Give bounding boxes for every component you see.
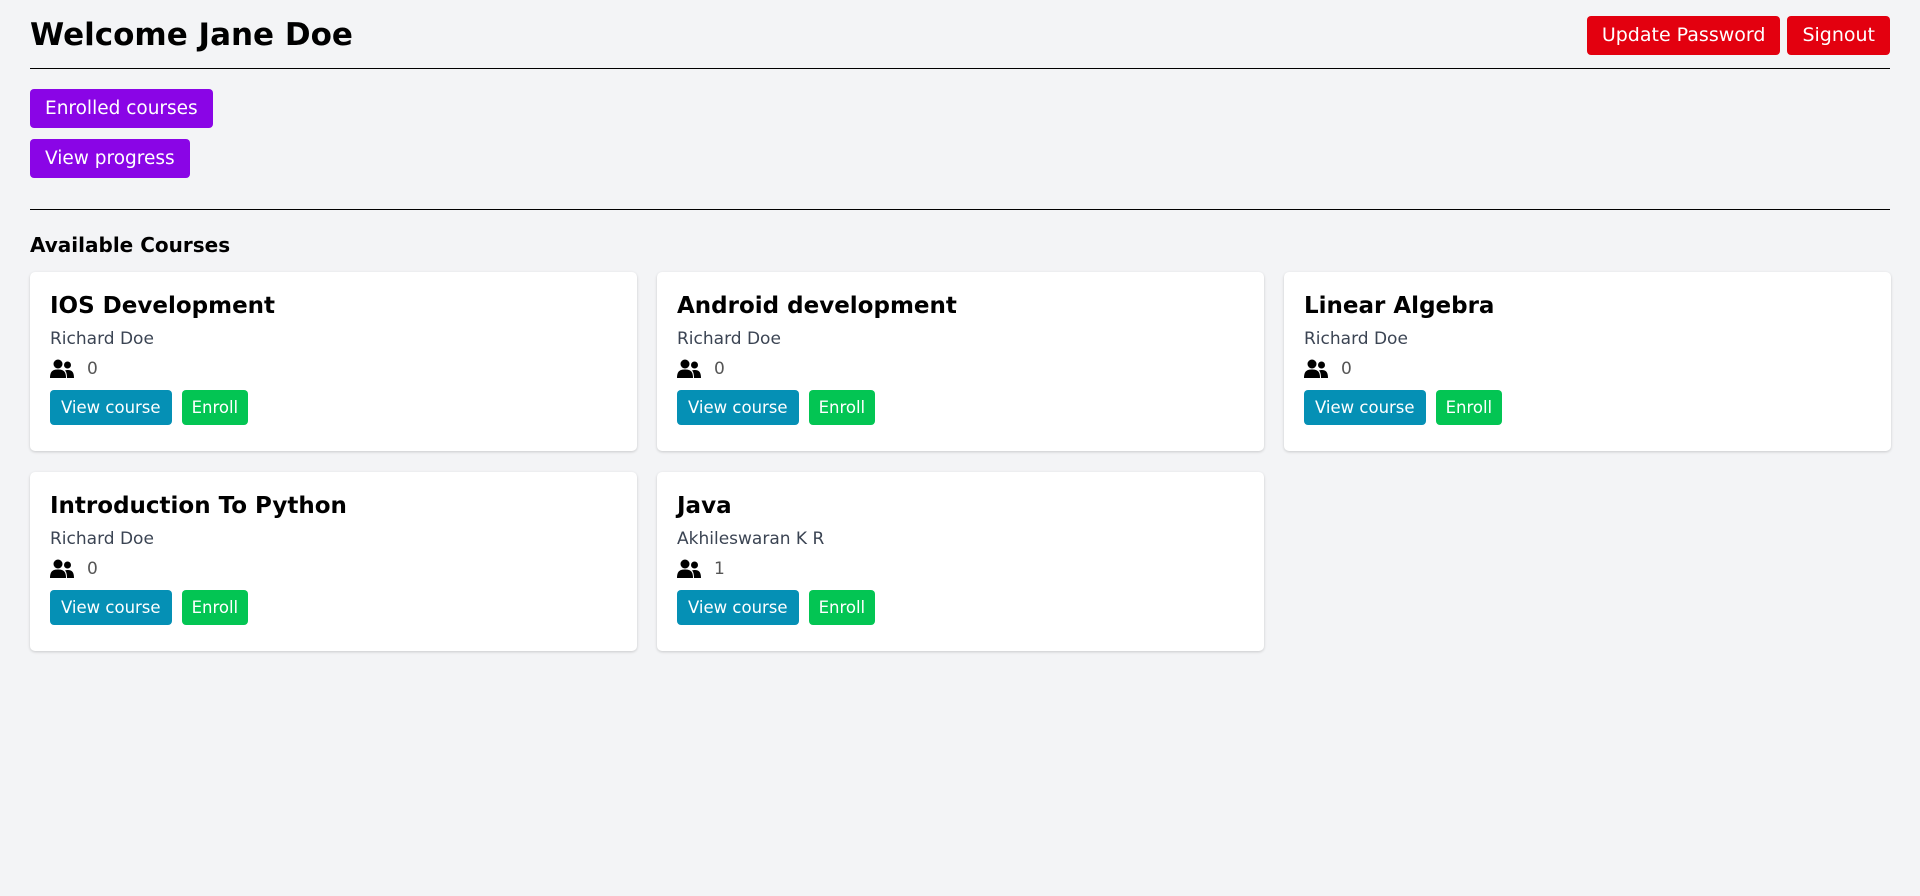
course-title: IOS Development xyxy=(50,293,276,319)
view-course-button[interactable]: View course xyxy=(677,390,799,425)
card-actions: View course Enroll xyxy=(677,590,1244,625)
course-title: Java xyxy=(677,493,732,519)
card-actions: View course Enroll xyxy=(50,390,617,425)
users-icon xyxy=(50,359,74,378)
enroll-button[interactable]: Enroll xyxy=(181,590,249,625)
enrolled-count: 0 xyxy=(50,359,617,379)
update-password-button[interactable]: Update Password xyxy=(1586,15,1781,55)
course-card: Android development Richard Doe 0 View c… xyxy=(657,272,1264,451)
enrolled-count-value: 0 xyxy=(87,559,98,579)
card-actions: View course Enroll xyxy=(50,590,617,625)
nav-section: Enrolled courses View progress xyxy=(30,69,1890,210)
users-icon xyxy=(677,359,701,378)
view-progress-button[interactable]: View progress xyxy=(30,139,190,178)
users-icon xyxy=(677,559,701,578)
course-card: Introduction To Python Richard Doe 0 Vie… xyxy=(30,472,637,651)
enroll-button[interactable]: Enroll xyxy=(808,390,876,425)
card-actions: View course Enroll xyxy=(677,390,1244,425)
enroll-button[interactable]: Enroll xyxy=(808,590,876,625)
course-author: Akhileswaran K R xyxy=(677,529,825,549)
course-card: Linear Algebra Richard Doe 0 View course… xyxy=(1284,272,1891,451)
enrolled-count-value: 0 xyxy=(87,359,98,379)
course-title: Android development xyxy=(677,293,957,319)
course-card: Java Akhileswaran K R 1 View course Enro… xyxy=(657,472,1264,651)
page-title: Welcome Jane Doe xyxy=(30,17,353,53)
course-title: Introduction To Python xyxy=(50,493,347,519)
view-course-button[interactable]: View course xyxy=(1304,390,1426,425)
enrolled-count: 0 xyxy=(1304,359,1871,379)
enroll-button[interactable]: Enroll xyxy=(1435,390,1503,425)
course-author: Richard Doe xyxy=(1304,329,1408,349)
enrolled-count: 0 xyxy=(677,359,1244,379)
enrolled-count-value: 0 xyxy=(714,359,725,379)
card-actions: View course Enroll xyxy=(1304,390,1871,425)
users-icon xyxy=(1304,359,1328,378)
header: Welcome Jane Doe Update Password Signout xyxy=(30,0,1890,69)
course-author: Richard Doe xyxy=(50,329,154,349)
enrolled-count-value: 0 xyxy=(1341,359,1352,379)
signout-button[interactable]: Signout xyxy=(1787,15,1890,55)
view-course-button[interactable]: View course xyxy=(50,590,172,625)
course-title: Linear Algebra xyxy=(1304,293,1495,319)
enrolled-count-value: 1 xyxy=(714,559,725,579)
header-actions: Update Password Signout xyxy=(1586,15,1890,55)
users-icon xyxy=(50,559,74,578)
dashboard-page: Welcome Jane Doe Update Password Signout… xyxy=(0,0,1920,651)
course-author: Richard Doe xyxy=(50,529,154,549)
enrolled-count: 0 xyxy=(50,559,617,579)
enrolled-courses-button[interactable]: Enrolled courses xyxy=(30,89,213,128)
course-grid: IOS Development Richard Doe 0 View cours… xyxy=(30,272,1891,651)
course-author: Richard Doe xyxy=(677,329,781,349)
enroll-button[interactable]: Enroll xyxy=(181,390,249,425)
view-course-button[interactable]: View course xyxy=(50,390,172,425)
enrolled-count: 1 xyxy=(677,559,1244,579)
view-course-button[interactable]: View course xyxy=(677,590,799,625)
course-card: IOS Development Richard Doe 0 View cours… xyxy=(30,272,637,451)
available-courses-heading: Available Courses xyxy=(30,233,231,257)
